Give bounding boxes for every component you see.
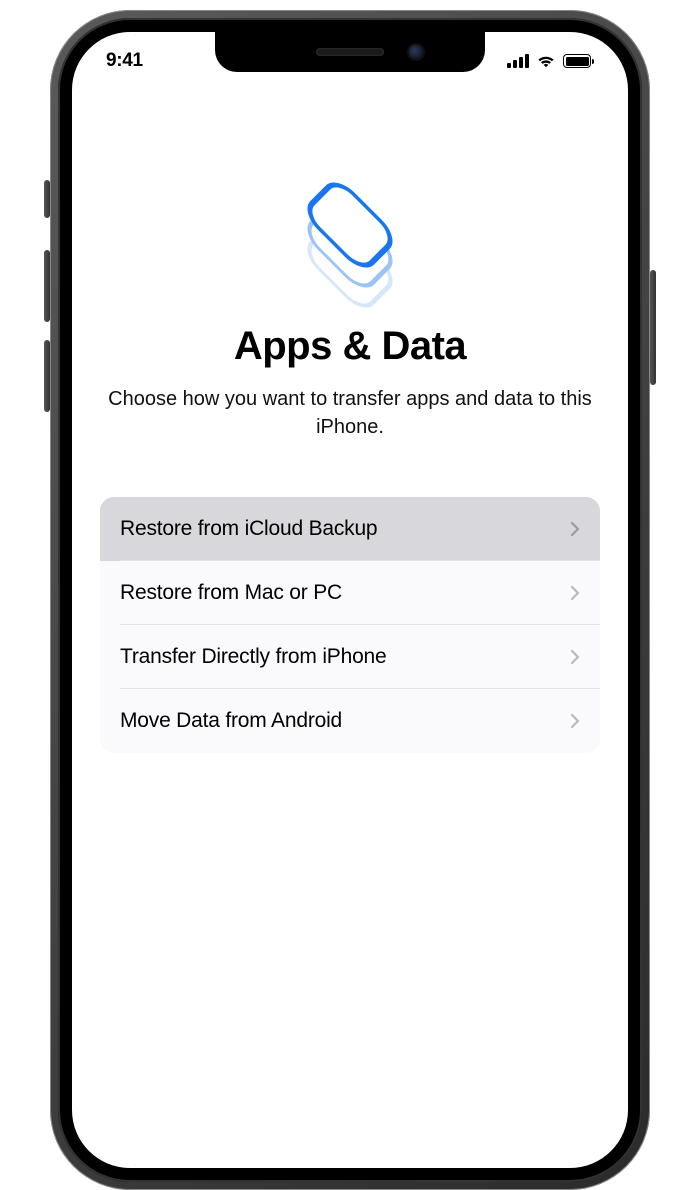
options-list: Restore from iCloud Backup Restore from … [100, 497, 600, 753]
phone-frame: 9:41 [50, 10, 650, 1190]
chevron-right-icon [570, 713, 580, 729]
volume-down-button [44, 340, 50, 412]
option-restore-mac-pc[interactable]: Restore from Mac or PC [100, 561, 600, 625]
content: Apps & Data Choose how you want to trans… [72, 82, 628, 1168]
page-subtitle: Choose how you want to transfer apps and… [100, 385, 600, 441]
front-camera [409, 45, 423, 59]
option-restore-icloud[interactable]: Restore from iCloud Backup [100, 497, 600, 561]
cellular-signal-icon [507, 54, 529, 68]
silence-switch [44, 180, 50, 218]
notch [215, 32, 485, 72]
wifi-icon [536, 54, 556, 68]
status-time: 9:41 [106, 50, 143, 72]
status-icons [507, 54, 594, 68]
power-button [650, 270, 656, 385]
screen: 9:41 [72, 32, 628, 1168]
option-transfer-iphone[interactable]: Transfer Directly from iPhone [100, 625, 600, 689]
volume-up-button [44, 250, 50, 322]
option-label: Restore from iCloud Backup [120, 517, 377, 541]
option-move-android[interactable]: Move Data from Android [100, 689, 600, 753]
apps-data-stack-icon [290, 162, 410, 292]
option-label: Move Data from Android [120, 709, 342, 733]
page-title: Apps & Data [234, 324, 466, 369]
battery-icon [563, 54, 594, 68]
option-label: Transfer Directly from iPhone [120, 645, 387, 669]
speaker-grille [316, 48, 384, 56]
chevron-right-icon [570, 649, 580, 665]
option-label: Restore from Mac or PC [120, 581, 342, 605]
chevron-right-icon [570, 585, 580, 601]
chevron-right-icon [570, 521, 580, 537]
